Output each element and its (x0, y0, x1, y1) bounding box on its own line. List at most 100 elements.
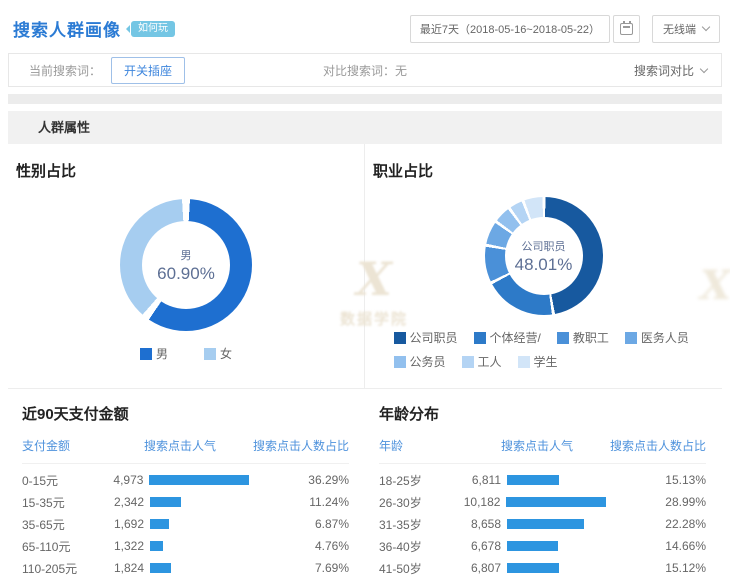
payment-table-rows: 0-15元4,97336.29%15-35元2,34211.24%35-65元1… (22, 469, 349, 583)
gender-legend: 男女 (8, 345, 364, 362)
legend-swatch (625, 332, 637, 344)
table-row: 110-205元1,824 7.69% (22, 557, 349, 579)
row-label: 0-15元 (22, 472, 102, 489)
occupation-chart-panel: 职业占比 公司职员 48.01% 公司职员个体经营/教职工医务人员公务员工人学生 (365, 144, 722, 388)
column-header: 搜索点击人数占比 (239, 437, 349, 454)
legend-item[interactable]: 个体经营/ (474, 329, 541, 346)
gender-donut-chart: 男 60.90% (120, 199, 252, 331)
bar-cell (501, 475, 606, 485)
legend-item[interactable]: 工人 (462, 353, 502, 370)
keyword-compare-label: 搜索词对比 (634, 62, 694, 79)
bar-cell (501, 519, 606, 529)
age-table-title: 年龄分布 (379, 403, 706, 424)
legend-label: 个体经营/ (490, 329, 541, 346)
legend-swatch (474, 332, 486, 344)
row-percentage: 14.66% (606, 539, 706, 553)
legend-swatch (140, 348, 152, 360)
row-percentage: 7.69% (249, 561, 349, 575)
legend-label: 公务员 (410, 353, 446, 370)
row-popularity-value: 6,807 (459, 561, 501, 575)
current-keyword-label: 当前搜索词： (29, 62, 101, 79)
filter-bar: 当前搜索词： 开关插座 对比搜索词：无 搜索词对比 (8, 53, 722, 87)
keyword-compare-dropdown[interactable]: 搜索词对比 (634, 62, 721, 79)
legend-label: 女 (220, 345, 232, 362)
gender-center-value: 60.90% (157, 264, 215, 284)
popularity-bar (150, 497, 181, 507)
row-popularity-value: 6,678 (459, 539, 501, 553)
row-percentage: 36.29% (249, 473, 349, 487)
age-table-rows: 18-25岁6,81115.13%26-30岁10,18228.99%31-35… (379, 469, 706, 583)
top-controls: 最近7天（2018-05-16~2018-05-22） 无线端 (410, 15, 720, 43)
bar-cell (144, 541, 249, 551)
column-header: 搜索点击人气 (144, 437, 239, 454)
tables-row: 近90天支付金额 支付金额搜索点击人气搜索点击人数占比 0-15元4,97336… (8, 389, 722, 583)
legend-swatch (394, 356, 406, 368)
occupation-center-value: 48.01% (515, 255, 573, 275)
popularity-bar (507, 519, 584, 529)
column-header: 支付金额 (22, 437, 144, 454)
popularity-bar (506, 497, 606, 507)
legend-item[interactable]: 学生 (518, 353, 558, 370)
content-area: 性别占比 男 60.90% 男女 职业占比 公司职员 48.01% (8, 144, 722, 583)
legend-swatch (204, 348, 216, 360)
row-label: 65-110元 (22, 538, 102, 555)
row-popularity-value: 2,342 (102, 495, 144, 509)
gender-chart-panel: 性别占比 男 60.90% 男女 (8, 144, 365, 388)
row-popularity-value: 8,658 (459, 517, 501, 531)
age-table-header: 年龄搜索点击人气搜索点击人数占比 (379, 437, 706, 464)
table-row: 31-35岁8,65822.28% (379, 513, 706, 535)
separator-band (8, 94, 722, 104)
legend-item[interactable]: 公司职员 (394, 329, 458, 346)
date-range-button[interactable]: 最近7天（2018-05-16~2018-05-22） (410, 15, 610, 43)
table-row: 65-110元1,322 4.76% (22, 535, 349, 557)
row-popularity-value: 1,824 (102, 561, 144, 575)
legend-item[interactable]: 医务人员 (625, 329, 689, 346)
age-distribution-table-panel: 年龄分布 年龄搜索点击人气搜索点击人数占比 18-25岁6,81115.13%2… (365, 389, 722, 583)
legend-item[interactable]: 教职工 (557, 329, 609, 346)
row-percentage: 4.76% (249, 539, 349, 553)
table-row: 205元以上4,69833.15% (22, 579, 349, 583)
channel-dropdown[interactable]: 无线端 (652, 15, 720, 43)
calendar-icon (620, 23, 633, 35)
legend-label: 工人 (478, 353, 502, 370)
occupation-donut-chart: 公司职员 48.01% (485, 197, 603, 315)
legend-swatch (518, 356, 530, 368)
row-label: 18-25岁 (379, 472, 459, 489)
row-popularity-value: 10,182 (459, 495, 501, 509)
row-percentage: 11.24% (249, 495, 349, 509)
row-popularity-value: 6,811 (459, 473, 501, 487)
legend-item[interactable]: 公务员 (394, 353, 446, 370)
calendar-button[interactable] (613, 15, 640, 43)
top-bar: 搜索人群画像 如何玩 最近7天（2018-05-16~2018-05-22） 无… (0, 0, 730, 44)
table-row: 18-25岁6,81115.13% (379, 469, 706, 491)
bar-cell (144, 563, 249, 573)
popularity-bar (507, 541, 558, 551)
legend-label: 学生 (534, 353, 558, 370)
table-row: 51岁以上2,8453.82% (379, 579, 706, 583)
legend-item[interactable]: 女 (204, 345, 232, 362)
gender-chart-title: 性别占比 (16, 160, 364, 181)
legend-label: 男 (156, 345, 168, 362)
legend-item[interactable]: 男 (140, 345, 168, 362)
table-row: 15-35元2,34211.24% (22, 491, 349, 513)
row-label: 110-205元 (22, 560, 102, 577)
table-row: 35-65元1,6926.87% (22, 513, 349, 535)
table-row: 26-30岁10,18228.99% (379, 491, 706, 513)
row-percentage: 15.12% (606, 561, 706, 575)
row-label: 41-50岁 (379, 560, 459, 577)
popularity-bar (507, 475, 559, 485)
occupation-center-label: 公司职员 (522, 238, 566, 254)
row-popularity-value: 1,322 (102, 539, 144, 553)
table-row: 36-40岁6,67814.66% (379, 535, 706, 557)
payment-table-header: 支付金额搜索点击人气搜索点击人数占比 (22, 437, 349, 464)
chevron-down-icon (702, 23, 710, 31)
legend-label: 医务人员 (641, 329, 689, 346)
page-title: 搜索人群画像 (13, 16, 121, 41)
row-popularity-value: 1,692 (102, 517, 144, 531)
title-badge[interactable]: 如何玩 (131, 21, 175, 37)
popularity-bar (149, 475, 249, 485)
occupation-donut-center: 公司职员 48.01% (505, 217, 583, 295)
occupation-legend: 公司职员 个体经营/教职工 医务人员公务员 工人 学生 (394, 329, 694, 370)
bar-cell (144, 519, 249, 529)
current-keyword-button[interactable]: 开关插座 (111, 57, 185, 84)
